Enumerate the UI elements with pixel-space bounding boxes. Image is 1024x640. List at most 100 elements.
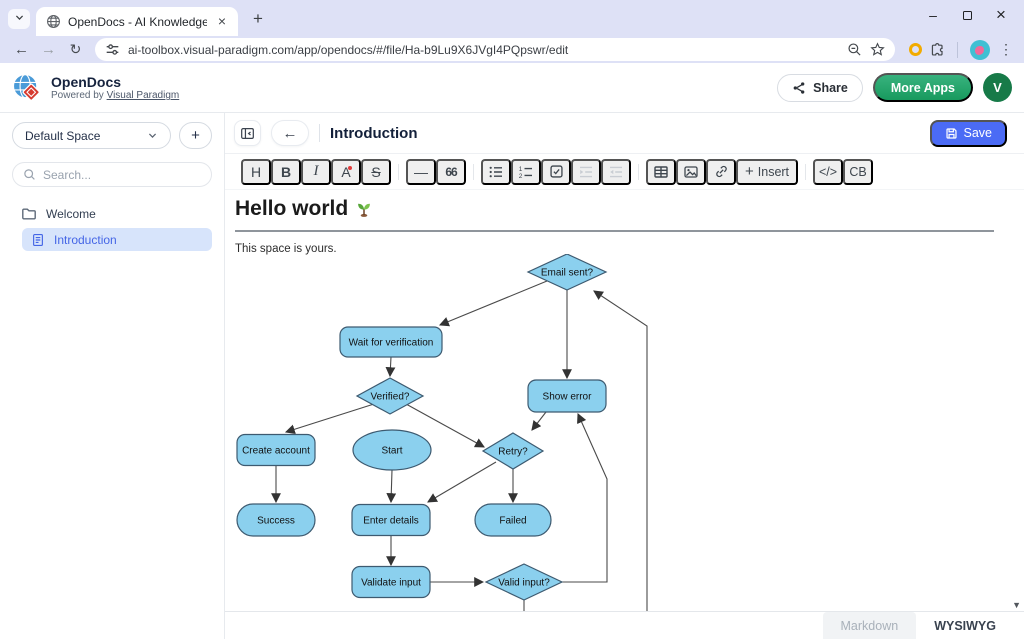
tab-close-icon[interactable]: × [214, 14, 230, 30]
zoom-out-icon[interactable] [847, 42, 862, 57]
toolbar-inline-code-button[interactable]: </> [813, 159, 843, 185]
sidebar-item-introduction[interactable]: Introduction [22, 228, 212, 251]
editor-statusbar: Markdown WYSIWYG [225, 611, 1024, 639]
flowchart-node-label: Enter details [363, 516, 419, 527]
table-icon [653, 164, 669, 180]
toolbar-divider [473, 164, 474, 180]
task-list-icon [549, 164, 564, 179]
toolbar-italic-button[interactable]: I [301, 159, 331, 185]
flowchart-edge-show-error-to-retry [532, 412, 546, 430]
image-icon [683, 164, 699, 180]
toolbar-indent-button[interactable] [571, 159, 601, 185]
flowchart-node-label: Email sent? [541, 268, 594, 279]
window-close-button[interactable]: × [984, 0, 1018, 30]
save-icon [945, 127, 958, 140]
tab-search-button[interactable] [8, 9, 30, 29]
opendocs-logo-icon [12, 73, 42, 103]
flowchart-node-wait-for-verification[interactable]: Wait for verification [340, 327, 442, 357]
sidebar-item-label: Welcome [46, 207, 96, 221]
toolbar-link-button[interactable] [706, 159, 736, 185]
extension-donut-icon[interactable] [909, 43, 922, 56]
flowchart-node-enter-details[interactable]: Enter details [352, 505, 430, 536]
horizontal-rule-glyph: — [414, 164, 428, 180]
search-input[interactable] [43, 168, 201, 182]
window-minimize-button[interactable]: – [916, 0, 950, 30]
browser-back-button[interactable]: ← [8, 41, 35, 58]
extensions-puzzle-icon[interactable] [930, 42, 945, 57]
browser-forward-button[interactable]: → [35, 41, 62, 58]
window-maximize-button[interactable] [950, 0, 984, 30]
browser-tab-strip: OpenDocs - AI Knowledge Base × + – × [0, 0, 1024, 36]
flowchart-edge-valid-input-to-show-error [562, 414, 607, 582]
toolbar-insert-button[interactable]: +Insert [736, 159, 798, 185]
seedling-emoji [355, 200, 373, 218]
address-bar[interactable]: ai-toolbox.visual-paradigm.com/app/opend… [95, 38, 895, 61]
user-avatar[interactable]: V [983, 73, 1012, 102]
sidebar-search[interactable] [12, 162, 212, 187]
add-space-button[interactable]: + [179, 122, 212, 149]
collapse-sidebar-button[interactable] [234, 120, 261, 146]
site-info-icon[interactable] [105, 42, 120, 57]
toolbar-task-list-button[interactable] [541, 159, 571, 185]
flowchart-edge-offscreen-to-email-sent [594, 291, 647, 611]
toolbar-table-button[interactable] [646, 159, 676, 185]
toolbar-divider [638, 164, 639, 180]
flowchart-node-validate-input[interactable]: Validate input [352, 567, 430, 598]
back-button[interactable]: ← [271, 120, 309, 146]
space-selector-dropdown[interactable]: Default Space [12, 122, 171, 149]
flowchart-edge-retry-to-enter-details [428, 462, 496, 502]
flowchart-node-retry[interactable]: Retry? [483, 433, 543, 469]
flowchart-node-label: Valid input? [498, 578, 550, 589]
document-titlebar: ← Introduction Save [225, 113, 1024, 153]
flowchart-node-label: Wait for verification [349, 338, 434, 349]
flowchart-diagram[interactable]: Email sent? Wait for verification Verified… [230, 254, 670, 611]
browser-tab[interactable]: OpenDocs - AI Knowledge Base × [36, 7, 238, 36]
more-apps-button[interactable]: More Apps [873, 73, 973, 102]
flowchart-node-failed[interactable]: Failed [475, 504, 551, 536]
browser-menu-icon[interactable]: ⋮ [996, 41, 1016, 58]
bookmark-star-icon[interactable] [870, 42, 885, 57]
new-tab-button[interactable]: + [244, 5, 272, 33]
toolbar-horizontal-rule-button[interactable]: — [406, 159, 436, 185]
insert-label: Insert [758, 165, 789, 179]
toolbar-image-button[interactable] [676, 159, 706, 185]
save-button[interactable]: Save [930, 120, 1008, 147]
flowchart-node-label: Validate input [361, 578, 421, 589]
url-text[interactable]: ai-toolbox.visual-paradigm.com/app/opend… [128, 43, 839, 57]
document-heading[interactable]: Hello world [235, 197, 994, 232]
toolbar-bold-button[interactable]: B [271, 159, 301, 185]
toolbar-strikethrough-button[interactable]: S [361, 159, 391, 185]
flowchart-node-verified[interactable]: Verified? [357, 378, 423, 414]
avatar-graphic [975, 46, 984, 55]
toolbar-code-block-button[interactable]: CB [843, 159, 873, 185]
flowchart-node-start[interactable]: Start [353, 430, 431, 470]
flowchart-node-valid-input[interactable]: Valid input? [486, 564, 562, 600]
visual-paradigm-link[interactable]: Visual Paradigm [107, 90, 180, 101]
scroll-down-icon[interactable]: ▼ [1012, 600, 1021, 610]
sidebar-item-welcome[interactable]: Welcome [12, 202, 212, 225]
toolbar-text-color-button[interactable]: A [331, 159, 361, 185]
flowchart-node-create-account[interactable]: Create account [237, 435, 315, 466]
browser-reload-button[interactable]: ↻ [62, 41, 89, 58]
toolbar-heading-button[interactable]: H [241, 159, 271, 185]
flowchart-node-label: Failed [499, 516, 526, 527]
toolbar-quote-button[interactable]: 66 [436, 159, 466, 185]
share-button[interactable]: Share [777, 74, 863, 102]
link-icon [714, 164, 729, 179]
flowchart-node-show-error[interactable]: Show error [528, 380, 606, 412]
browser-profile-avatar[interactable] [970, 40, 990, 60]
italic-glyph: I [314, 163, 319, 180]
flowchart-node-email-sent[interactable]: Email sent? [528, 254, 606, 290]
flowchart-node-label: Show error [543, 392, 593, 403]
flowchart-node-success[interactable]: Success [237, 504, 315, 536]
toolbar-outdent-button[interactable] [601, 159, 631, 185]
folder-icon [21, 206, 37, 222]
toolbar-bullet-list-button[interactable] [481, 159, 511, 185]
wysiwyg-mode-tab[interactable]: WYSIWYG [916, 612, 1014, 639]
bold-glyph: B [281, 164, 291, 180]
editor-canvas[interactable]: Hello world This space is yours. Email s… [225, 190, 1024, 611]
markdown-mode-tab[interactable]: Markdown [823, 612, 917, 639]
editor-scrollbar[interactable]: ▼ [1009, 190, 1024, 611]
toolbar-ordered-list-button[interactable]: 12 [511, 159, 541, 185]
page-tree: Welcome Introduction [12, 202, 212, 251]
